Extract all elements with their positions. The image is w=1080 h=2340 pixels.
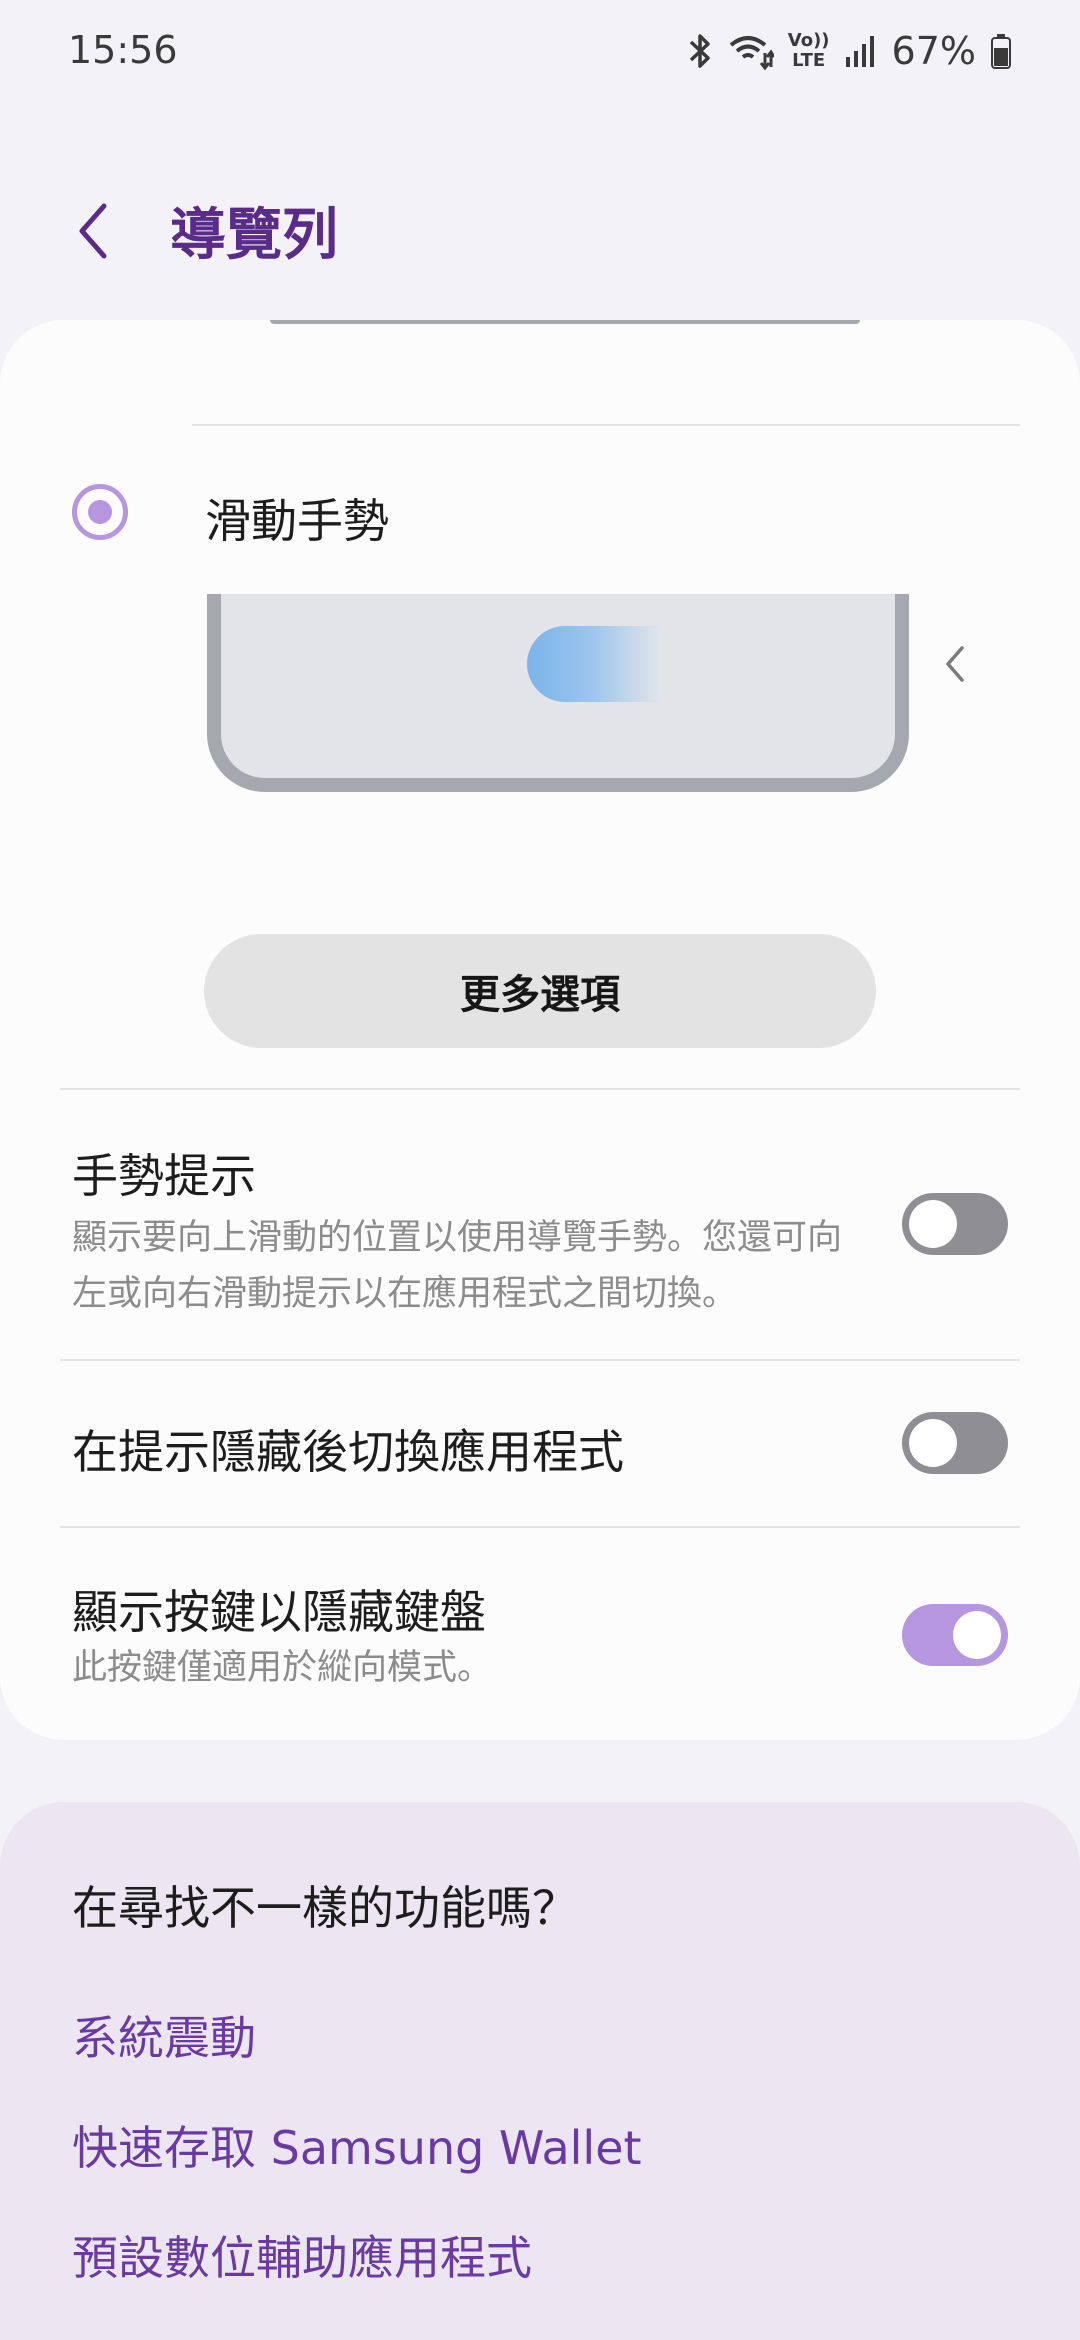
gesture-hint-title: 手勢提示 — [72, 1149, 256, 1203]
divider — [192, 424, 1020, 426]
suggestions-heading: 在尋找不一樣的功能嗎？ — [72, 1881, 578, 1935]
toggle-knob — [953, 1611, 1001, 1659]
volte-top-label: Vo)) — [787, 30, 830, 51]
volte-icon: Vo)) LTE — [788, 31, 830, 71]
page-title: 導覽列 — [170, 203, 338, 268]
hide-keyboard-description: 此按鍵僅適用於縱向模式。 — [72, 1648, 493, 1688]
status-icons: Vo)) LTE 67% — [686, 26, 1012, 76]
swipe-gestures-label: 滑動手勢 — [205, 494, 389, 548]
suggestions-card: 在尋找不一樣的功能嗎？ 系統震動 快速存取 Samsung Wallet 預設數… — [0, 1802, 1080, 2340]
link-samsung-wallet[interactable]: 快速存取 Samsung Wallet — [72, 2112, 642, 2178]
back-button[interactable] — [62, 196, 132, 266]
wifi-icon — [728, 31, 774, 71]
signal-icon — [844, 33, 878, 69]
gesture-hint-toggle[interactable] — [902, 1193, 1008, 1255]
battery-percent: 67% — [891, 29, 976, 73]
switch-apps-toggle[interactable] — [902, 1412, 1008, 1474]
switch-apps-title: 在提示隱藏後切換應用程式 — [72, 1425, 624, 1479]
hide-keyboard-toggle[interactable] — [902, 1604, 1008, 1666]
swipe-gestures-radio[interactable] — [72, 484, 128, 540]
settings-card: 滑動手勢 更多選項 手勢提示 顯示要向上滑動的位置以使用導覽手勢。您還可向左或向… — [0, 320, 1080, 1740]
toggle-knob — [909, 1419, 957, 1467]
more-options-button[interactable]: 更多選項 — [204, 934, 876, 1048]
status-time: 15:56 — [68, 28, 178, 72]
button-preview-partial — [270, 320, 860, 324]
divider — [60, 1526, 1020, 1528]
divider — [60, 1088, 1020, 1090]
status-bar: 15:56 Vo)) LTE 67% — [0, 0, 1080, 104]
gesture-hint-description: 顯示要向上滑動的位置以使用導覽手勢。您還可向左或向右滑動提示以在應用程式之間切換… — [72, 1218, 843, 1314]
link-system-vibration[interactable]: 系統震動 — [72, 2002, 256, 2068]
gesture-hint-illustration — [527, 626, 657, 702]
chevron-left-icon — [946, 646, 964, 682]
battery-icon — [990, 33, 1012, 69]
app-bar: 導覽列 — [0, 180, 1080, 280]
bluetooth-icon — [686, 31, 714, 71]
volte-bottom-label: LTE — [792, 50, 826, 71]
radio-selected-dot — [88, 500, 112, 524]
link-default-assistant[interactable]: 預設數位輔助應用程式 — [72, 2222, 532, 2288]
chevron-left-icon — [79, 203, 107, 259]
toggle-knob — [909, 1200, 957, 1248]
hide-keyboard-title: 顯示按鍵以隱藏鍵盤 — [72, 1585, 486, 1639]
divider — [60, 1359, 1020, 1361]
